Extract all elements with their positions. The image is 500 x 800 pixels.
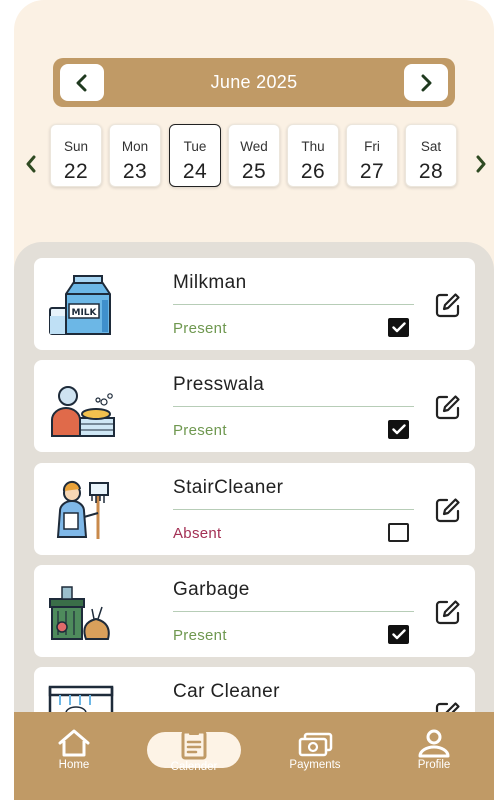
service-name: StairCleaner	[173, 477, 284, 498]
day-sat[interactable]: Sat 28	[405, 124, 457, 187]
day-number: 24	[182, 160, 208, 183]
checkmark-icon	[391, 629, 406, 640]
day-name: Tue	[183, 139, 207, 154]
attendance-status: Present	[173, 320, 227, 337]
divider	[173, 611, 414, 612]
attendance-checkbox[interactable]	[388, 318, 409, 337]
day-tue-selected[interactable]: Tue 24	[169, 124, 221, 187]
ironing-person-icon	[51, 386, 115, 437]
checkmark-icon	[391, 424, 406, 435]
edit-icon[interactable]	[434, 291, 462, 319]
clipboard-icon	[181, 729, 207, 760]
divider	[173, 304, 414, 305]
bottom-navigation: Home Calender Payments Profile	[14, 712, 494, 800]
next-month-button[interactable]	[404, 64, 448, 101]
day-thu[interactable]: Thu 26	[287, 124, 339, 187]
milk-carton-icon: MILK	[49, 275, 111, 335]
day-number: 22	[63, 160, 89, 183]
nav-label: Payments	[289, 759, 341, 771]
attendance-checkbox[interactable]	[388, 523, 409, 542]
day-name: Wed	[240, 139, 268, 154]
day-number: 27	[359, 160, 385, 183]
day-name: Fri	[364, 139, 380, 154]
day-mon[interactable]: Mon 23	[109, 124, 161, 187]
service-card-presswala[interactable]: Presswala Present	[34, 360, 475, 452]
service-name: Milkman	[173, 272, 247, 293]
chevron-right-icon	[421, 74, 432, 91]
day-number: 26	[300, 160, 326, 183]
garbage-bin-icon	[49, 586, 110, 640]
attendance-status: Present	[173, 627, 227, 644]
nav-label: Profile	[417, 759, 451, 771]
day-number: 28	[418, 160, 444, 183]
attendance-checkbox[interactable]	[388, 420, 409, 439]
attendance-status: Absent	[173, 525, 222, 542]
service-name: Car Cleaner	[173, 681, 280, 702]
service-name: Garbage	[173, 579, 250, 600]
checkmark-icon	[391, 322, 406, 333]
profile-icon	[418, 729, 450, 758]
edit-icon[interactable]	[434, 393, 462, 421]
money-icon	[298, 732, 333, 757]
attendance-checkbox[interactable]	[388, 625, 409, 644]
cleaner-mop-icon	[56, 480, 109, 539]
day-name: Sun	[63, 139, 89, 154]
day-fri[interactable]: Fri 27	[346, 124, 398, 187]
edit-icon[interactable]	[434, 598, 462, 626]
divider	[173, 509, 414, 510]
service-card-staircleaner[interactable]: StairCleaner Absent	[34, 463, 475, 555]
svg-text:MILK: MILK	[71, 308, 97, 318]
day-name: Sat	[420, 139, 442, 154]
nav-profile[interactable]: Profile	[389, 728, 479, 771]
month-selector: June 2025	[53, 58, 455, 107]
next-week-button[interactable]	[473, 154, 489, 174]
nav-label: Home	[58, 759, 90, 771]
day-sun[interactable]: Sun 22	[50, 124, 102, 187]
day-number: 23	[122, 160, 148, 183]
service-card-garbage[interactable]: Garbage Present	[34, 565, 475, 657]
app-screen: June 2025 Sun 22 Mon 23 Tue 24 Wed 25 Th…	[14, 0, 494, 800]
service-card-milkman[interactable]: MILK Milkman Present	[34, 258, 475, 350]
attendance-status: Present	[173, 422, 227, 439]
nav-calendar[interactable]: Calender	[149, 728, 239, 773]
day-name: Mon	[121, 139, 149, 154]
nav-label: Calender	[170, 761, 218, 773]
home-icon	[58, 729, 90, 757]
divider	[173, 406, 414, 407]
chevron-right-icon	[476, 155, 486, 173]
month-label: June 2025	[210, 72, 298, 92]
service-name: Presswala	[173, 374, 265, 395]
prev-week-button[interactable]	[23, 154, 39, 174]
edit-icon[interactable]	[434, 496, 462, 524]
chevron-left-icon	[26, 155, 36, 173]
day-name: Thu	[301, 139, 325, 154]
nav-payments[interactable]: Payments	[270, 728, 360, 771]
day-wed[interactable]: Wed 25	[228, 124, 280, 187]
nav-home[interactable]: Home	[29, 728, 119, 771]
day-number: 25	[241, 160, 267, 183]
